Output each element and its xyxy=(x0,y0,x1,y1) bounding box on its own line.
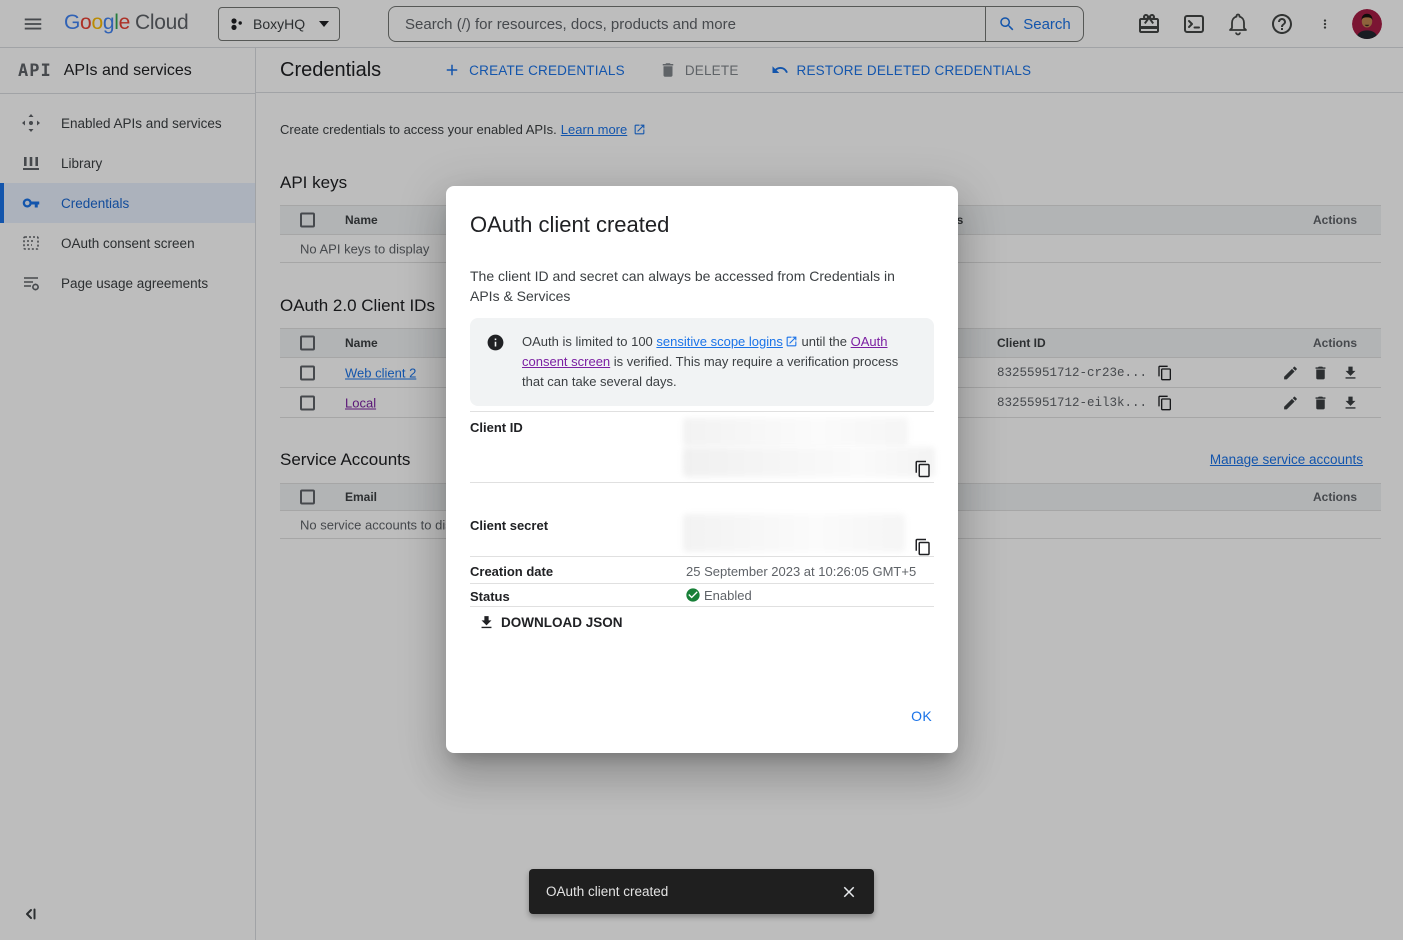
divider xyxy=(470,411,934,412)
redacted-client-secret xyxy=(683,514,905,552)
info-icon xyxy=(486,333,505,352)
external-link-icon xyxy=(785,335,798,348)
close-icon[interactable] xyxy=(840,883,858,901)
oauth-client-created-dialog: OAuth client created The client ID and s… xyxy=(446,186,958,753)
client-secret-label: Client secret xyxy=(470,518,548,533)
notice-text: until the xyxy=(798,334,851,349)
dialog-notice: OAuth is limited to 100 sensitive scope … xyxy=(470,318,934,406)
creation-date-value: 25 September 2023 at 10:26:05 GMT+5 xyxy=(686,564,916,579)
notice-text: OAuth is limited to 100 xyxy=(522,334,656,349)
divider xyxy=(470,606,934,607)
creation-date-label: Creation date xyxy=(470,564,553,579)
toast-message: OAuth client created xyxy=(546,884,840,899)
download-json-label: DOWNLOAD JSON xyxy=(501,615,623,630)
divider xyxy=(470,583,934,584)
copy-client-id-icon[interactable] xyxy=(914,460,932,478)
redacted-client-id xyxy=(683,418,908,446)
status-value: Enabled xyxy=(685,587,752,603)
dialog-title: OAuth client created xyxy=(470,212,669,238)
ok-button[interactable]: OK xyxy=(911,708,932,724)
status-text: Enabled xyxy=(704,588,752,603)
redacted-client-id xyxy=(683,447,935,477)
download-icon xyxy=(478,614,495,631)
divider xyxy=(470,482,934,483)
google-cloud-console: GoogleCloud BoxyHQ Search xyxy=(0,0,1403,940)
check-circle-icon xyxy=(685,587,701,603)
dialog-description: The client ID and secret can always be a… xyxy=(470,266,922,306)
client-id-label: Client ID xyxy=(470,420,523,435)
status-label: Status xyxy=(470,589,510,604)
divider xyxy=(470,556,934,557)
copy-client-secret-icon[interactable] xyxy=(914,538,932,556)
download-json-button[interactable]: DOWNLOAD JSON xyxy=(478,614,623,631)
toast-notification: OAuth client created xyxy=(529,869,874,914)
sensitive-scope-logins-link[interactable]: sensitive scope logins xyxy=(656,334,782,349)
